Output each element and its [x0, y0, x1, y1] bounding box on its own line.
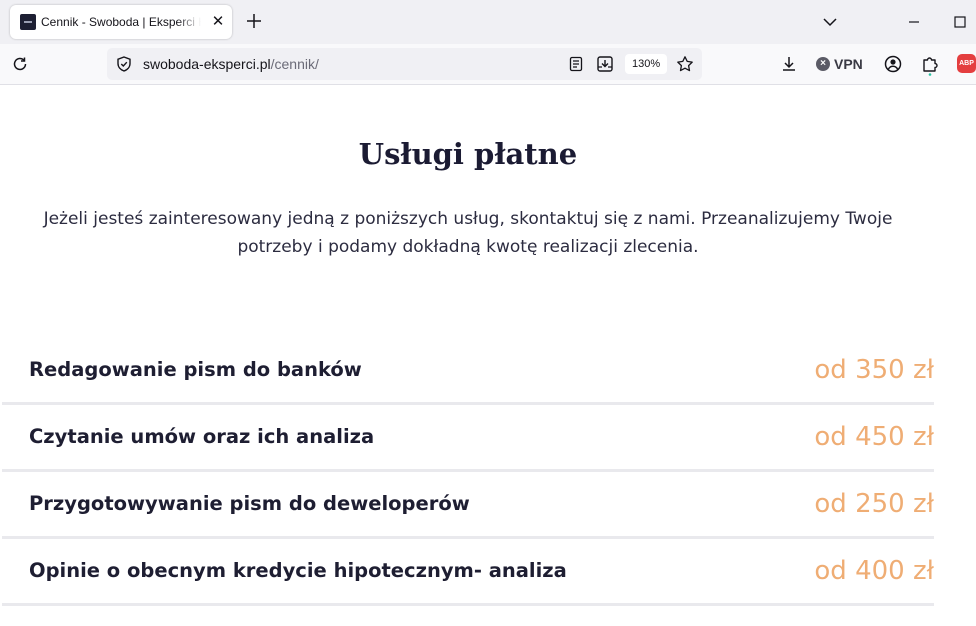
vpn-label: VPN	[834, 56, 863, 72]
reload-icon[interactable]	[11, 55, 29, 73]
service-price: od 250 zł	[814, 489, 934, 519]
tab-strip: Cennik - Swoboda | Eksperci Hipoteczni ✕	[0, 0, 976, 44]
address-bar[interactable]: swoboda-eksperci.pl/cennik/ 130%	[107, 48, 702, 80]
url-text[interactable]: swoboda-eksperci.pl/cennik/	[143, 48, 319, 80]
service-name: Przygotowywanie pism do deweloperów	[29, 492, 470, 515]
close-tab-icon[interactable]: ✕	[209, 13, 227, 31]
url-path: /cennik/	[270, 56, 319, 72]
service-name: Opinie o obecnym kredycie hipotecznym- a…	[29, 559, 567, 582]
url-domain: swoboda-eksperci.pl	[143, 56, 271, 72]
vpn-button[interactable]: × VPN	[816, 54, 863, 74]
tab-title: Cennik - Swoboda | Eksperci Hipoteczni	[41, 15, 201, 29]
service-row: Redagowanie pism do banków od 350 zł	[2, 338, 934, 405]
chevron-down-icon[interactable]	[822, 14, 838, 30]
page-content: Usługi płatne Jeżeli jesteś zainteresowa…	[0, 85, 976, 626]
browser-tab[interactable]: Cennik - Swoboda | Eksperci Hipoteczni ✕	[10, 5, 232, 39]
service-price: od 400 zł	[814, 556, 934, 586]
save-to-pocket-icon[interactable]	[596, 55, 614, 73]
service-price: od 350 zł	[814, 355, 934, 385]
site-favicon-icon	[20, 14, 36, 30]
star-icon[interactable]	[676, 55, 694, 73]
services-list: Redagowanie pism do banków od 350 zł Czy…	[2, 338, 934, 606]
service-row: Czytanie umów oraz ich analiza od 450 zł	[2, 405, 934, 472]
vpn-off-icon: ×	[816, 57, 830, 71]
navigation-toolbar: swoboda-eksperci.pl/cennik/ 130% × VPN A…	[0, 44, 976, 85]
service-row: Przygotowywanie pism do deweloperów od 2…	[2, 472, 934, 539]
adblock-plus-icon[interactable]: ABP	[957, 54, 976, 73]
plus-icon[interactable]	[244, 11, 264, 31]
service-row: Opinie o obecnym kredycie hipotecznym- a…	[2, 539, 934, 606]
puzzle-icon[interactable]	[920, 54, 940, 76]
service-price: od 450 zł	[814, 422, 934, 452]
shield-icon[interactable]	[115, 55, 133, 73]
reader-view-icon[interactable]	[568, 56, 584, 72]
service-name: Redagowanie pism do banków	[29, 358, 362, 381]
page-title: Usługi płatne	[358, 137, 578, 171]
intro-text: Jeżeli jesteś zainteresowany jedną z pon…	[43, 209, 893, 257]
download-icon[interactable]	[779, 54, 799, 74]
service-name: Czytanie umów oraz ich analiza	[29, 425, 375, 448]
account-icon[interactable]	[883, 54, 903, 74]
minimize-icon[interactable]	[906, 14, 922, 30]
zoom-level-button[interactable]: 130%	[625, 54, 668, 74]
maximize-icon[interactable]	[952, 14, 968, 30]
